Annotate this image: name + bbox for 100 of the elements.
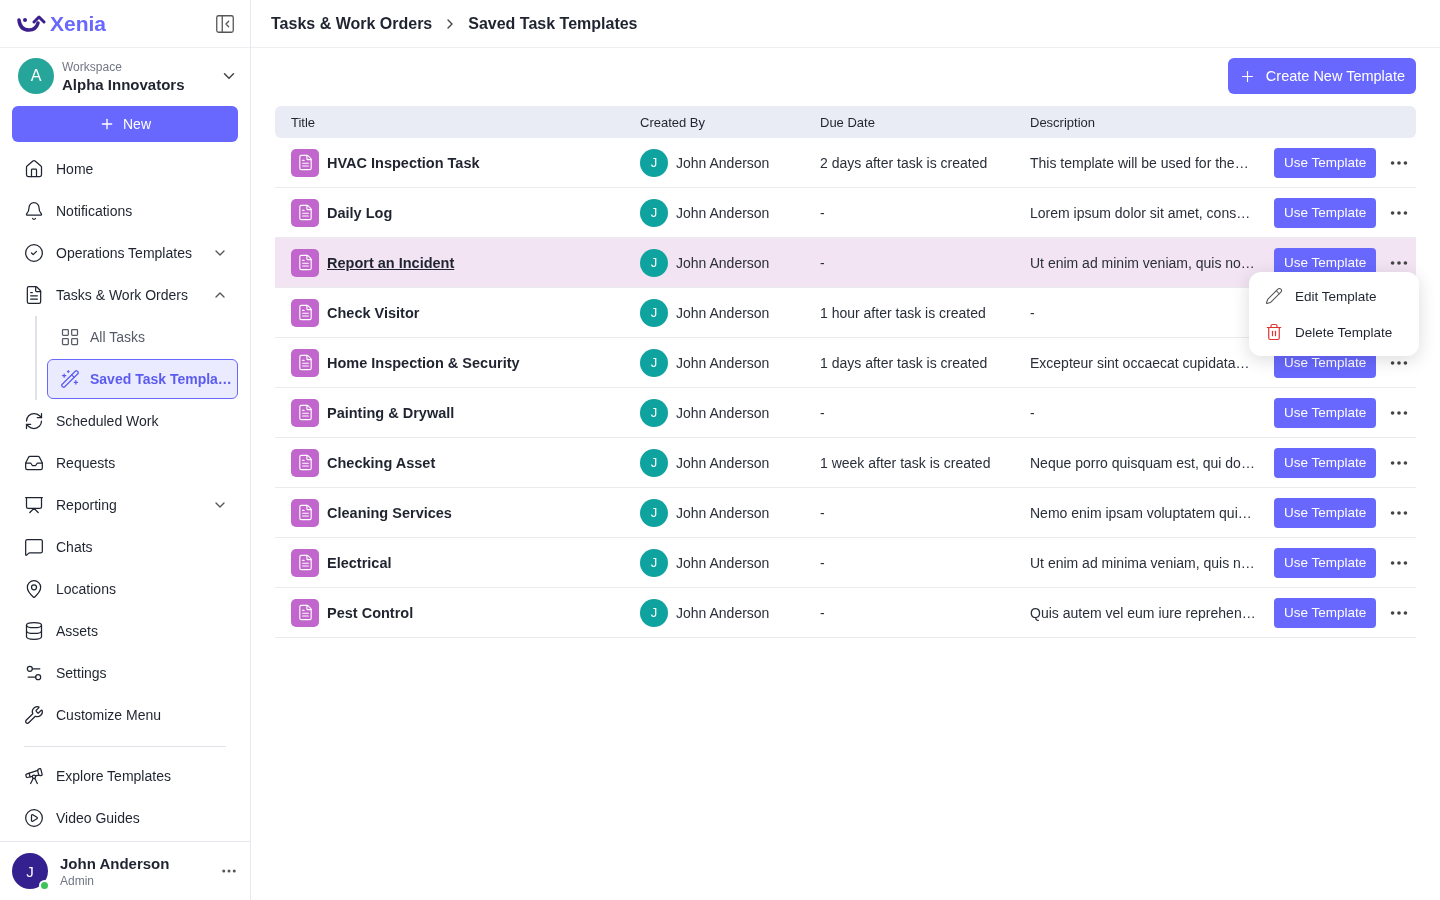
nav-icon: [24, 621, 44, 641]
template-title[interactable]: Checking Asset: [327, 454, 436, 471]
document-icon: [291, 498, 319, 527]
creator-name: John Anderson: [676, 204, 770, 221]
creator-avatar: J: [640, 498, 668, 527]
creator-avatar: J: [640, 298, 668, 327]
nav-item[interactable]: Customize Menu: [12, 694, 238, 736]
use-template-button[interactable]: Use Template: [1274, 547, 1377, 578]
nav-item[interactable]: Home: [12, 148, 238, 190]
user-avatar: J: [12, 853, 48, 889]
creator-name: John Anderson: [676, 404, 770, 421]
logo-icon: [16, 13, 46, 34]
nav-icon: [60, 369, 80, 389]
nav-icon: [24, 453, 44, 473]
template-title[interactable]: Daily Log: [327, 204, 393, 221]
document-icon: [291, 348, 319, 377]
nav-item[interactable]: Locations: [12, 568, 238, 610]
nav-subitem[interactable]: Saved Task Templa…: [47, 359, 238, 399]
nav-icon: [24, 285, 44, 305]
creator-name: John Anderson: [676, 454, 770, 471]
column-header: Title: [291, 114, 317, 130]
nav-icon: [24, 201, 44, 221]
document-icon: [291, 248, 319, 277]
nav-item[interactable]: Requests: [12, 442, 238, 484]
description: Excepteur sint occaecat cupidata…: [1030, 354, 1250, 371]
nav-icon: [24, 243, 44, 263]
pencil-icon: [1265, 287, 1283, 305]
new-button[interactable]: New: [12, 106, 238, 142]
workspace-avatar: A: [18, 58, 54, 94]
nav-icon: [24, 495, 44, 515]
use-template-button[interactable]: Use Template: [1274, 597, 1377, 628]
nav-item[interactable]: Assets: [12, 610, 238, 652]
use-template-button[interactable]: Use Template: [1274, 397, 1377, 428]
nav-icon: [24, 705, 44, 725]
create-template-button[interactable]: Create New Template: [1227, 58, 1416, 94]
nav-item[interactable]: Reporting: [12, 484, 238, 526]
due-date: -: [820, 254, 825, 271]
creator-avatar: J: [640, 248, 668, 277]
due-date: 2 days after task is created: [820, 154, 988, 171]
nav-item[interactable]: Settings: [12, 652, 238, 694]
nav-icon: [24, 411, 44, 431]
nav-item[interactable]: Notifications: [12, 190, 238, 232]
description: Neque porro quisquam est, qui do…: [1030, 454, 1255, 471]
template-title[interactable]: Pest Control: [327, 604, 414, 621]
description: This template will be used for the…: [1030, 154, 1249, 171]
creator-avatar: J: [640, 448, 668, 477]
nav-subitem[interactable]: All Tasks: [47, 317, 238, 357]
due-date: -: [820, 504, 825, 521]
template-title[interactable]: Report an Incident: [327, 254, 455, 271]
trash-icon: [1265, 323, 1283, 341]
use-template-button[interactable]: Use Template: [1274, 147, 1377, 178]
user-name: John Anderson: [60, 854, 171, 872]
document-icon: [291, 198, 319, 227]
breadcrumb-item: Saved Task Templates: [468, 14, 638, 33]
template-title[interactable]: HVAC Inspection Task: [327, 154, 480, 171]
document-icon: [291, 148, 319, 177]
nav-icon: [24, 159, 44, 179]
nav-icon: [24, 537, 44, 557]
nav-icon: [24, 579, 44, 599]
use-template-button[interactable]: Use Template: [1274, 197, 1377, 228]
template-title[interactable]: Check Visitor: [327, 304, 420, 321]
creator-name: John Anderson: [676, 254, 770, 271]
description: Lorem ipsum dolor sit amet, cons…: [1030, 204, 1251, 221]
nav-item[interactable]: Scheduled Work: [12, 400, 238, 442]
nav-icon: [60, 327, 80, 347]
document-icon: [291, 598, 319, 627]
due-date: 1 week after task is created: [820, 454, 991, 471]
nav-icon: [24, 808, 44, 828]
use-template-button[interactable]: Use Template: [1274, 497, 1377, 528]
brand-name: Xenia: [50, 11, 107, 36]
creator-avatar: J: [640, 548, 668, 577]
creator-avatar: J: [640, 148, 668, 177]
due-date: -: [820, 604, 825, 621]
creator-name: John Anderson: [676, 354, 770, 371]
nav-item[interactable]: Video Guides: [12, 797, 238, 839]
workspace-label: Workspace: [62, 59, 123, 74]
collapse-sidebar-icon[interactable]: [214, 12, 236, 35]
workspace-name: Alpha Innovators: [62, 75, 186, 93]
document-icon: [291, 448, 319, 477]
template-title[interactable]: Electrical: [327, 554, 392, 571]
breadcrumb-item[interactable]: Tasks & Work Orders: [271, 14, 433, 33]
creator-avatar: J: [640, 598, 668, 627]
creator-name: John Anderson: [676, 554, 770, 571]
use-template-button[interactable]: Use Template: [1274, 447, 1377, 478]
due-date: 1 hour after task is created: [820, 304, 986, 321]
description: -: [1030, 404, 1035, 421]
nav-item[interactable]: Explore Templates: [12, 755, 238, 797]
nav-item[interactable]: Chats: [12, 526, 238, 568]
document-icon: [291, 298, 319, 327]
description: Ut enim ad minima veniam, quis n…: [1030, 554, 1255, 571]
description: Quis autem vel eum iure reprehen…: [1030, 604, 1256, 621]
description: -: [1030, 304, 1035, 321]
template-title[interactable]: Home Inspection & Security: [327, 354, 520, 371]
template-title[interactable]: Cleaning Services: [327, 504, 452, 521]
due-date: 1 days after task is created: [820, 354, 988, 371]
description: Nemo enim ipsam voluptatem qui…: [1030, 504, 1252, 521]
template-title[interactable]: Painting & Drywall: [327, 404, 455, 421]
nav-item[interactable]: Operations Templates: [12, 232, 238, 274]
nav-item[interactable]: Tasks & Work Orders: [12, 274, 238, 316]
creator-name: John Anderson: [676, 604, 770, 621]
